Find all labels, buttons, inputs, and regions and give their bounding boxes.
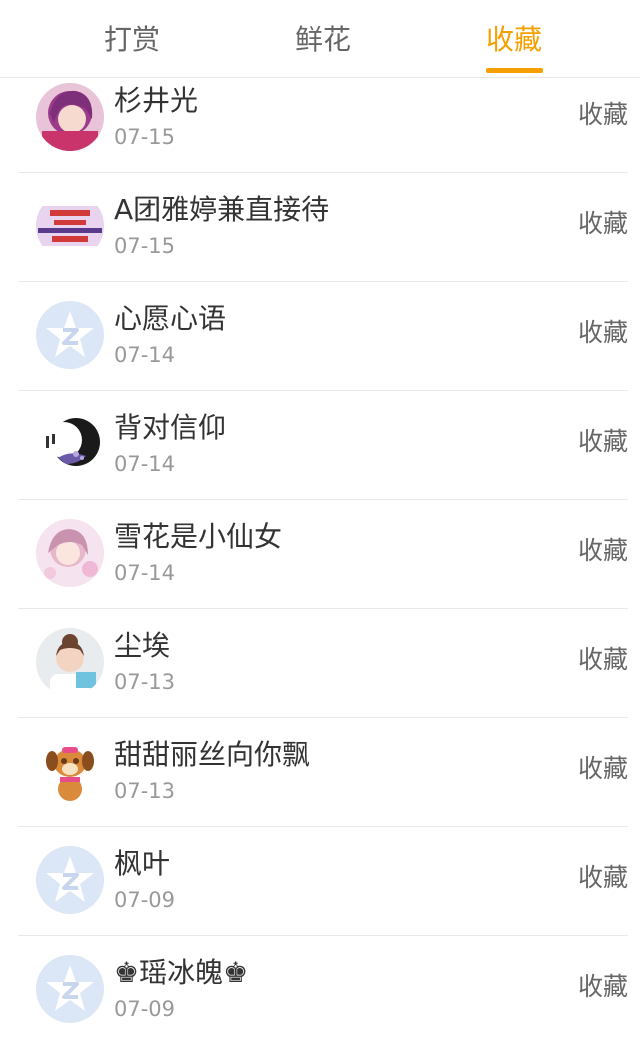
list-item-row: A团雅婷兼直接待 07-15 收藏 bbox=[18, 173, 628, 282]
avatar[interactable] bbox=[36, 410, 104, 478]
user-name: 雪花是小仙女 bbox=[114, 520, 283, 553]
tab-favorites[interactable]: 收藏 bbox=[444, 22, 584, 58]
tab-flowers[interactable]: 鲜花 bbox=[253, 22, 393, 58]
user-name: ♚瑶冰魄♚ bbox=[114, 956, 249, 989]
item-date: 07-15 bbox=[114, 125, 176, 149]
avatar[interactable] bbox=[36, 83, 104, 151]
list-item-row: 枫叶 07-09 收藏 bbox=[18, 827, 628, 936]
avatar[interactable] bbox=[36, 846, 104, 914]
tab-reward[interactable]: 打赏 bbox=[62, 22, 202, 58]
user-name: 背对信仰 bbox=[114, 411, 227, 444]
list-item-row: 背对信仰 07-14 收藏 bbox=[18, 391, 628, 500]
ink-moon-avatar-icon bbox=[36, 410, 104, 478]
anime-girl-avatar-icon bbox=[36, 83, 104, 151]
item-date: 07-15 bbox=[114, 234, 176, 258]
text-banner-avatar-icon bbox=[36, 192, 104, 260]
list-item-row: 雪花是小仙女 07-14 收藏 bbox=[18, 500, 628, 609]
favorite-action[interactable]: 收藏 bbox=[578, 535, 628, 567]
avatar[interactable] bbox=[36, 192, 104, 260]
item-date: 07-14 bbox=[114, 561, 176, 585]
default-q-avatar-icon bbox=[36, 301, 104, 369]
anime-girl-avatar-icon bbox=[36, 519, 104, 587]
user-name: 心愿心语 bbox=[114, 302, 227, 335]
list-item-row: ♚瑶冰魄♚ 07-09 收藏 bbox=[18, 936, 628, 1045]
user-name: A团雅婷兼直接待 bbox=[114, 193, 330, 226]
avatar[interactable] bbox=[36, 955, 104, 1023]
default-q-avatar-icon bbox=[36, 846, 104, 914]
list-item[interactable]: A团雅婷兼直接待 07-15 收藏 bbox=[0, 173, 640, 282]
favorite-action[interactable]: 收藏 bbox=[578, 426, 628, 458]
list-item[interactable]: 尘埃 07-13 收藏 bbox=[0, 609, 640, 718]
favorite-action[interactable]: 收藏 bbox=[578, 99, 628, 131]
list-item[interactable]: 背对信仰 07-14 收藏 bbox=[0, 391, 640, 500]
favorite-action[interactable]: 收藏 bbox=[578, 971, 628, 1003]
user-name: 甜甜丽丝向你飘 bbox=[114, 738, 311, 771]
item-date: 07-09 bbox=[114, 888, 176, 912]
favorite-action[interactable]: 收藏 bbox=[578, 317, 628, 349]
cartoon-dog-avatar-icon bbox=[36, 737, 104, 805]
list-item-row: 尘埃 07-13 收藏 bbox=[18, 609, 628, 718]
item-date: 07-09 bbox=[114, 997, 176, 1021]
girl-photo-avatar-icon bbox=[36, 628, 104, 696]
item-date: 07-14 bbox=[114, 343, 176, 367]
list-item[interactable]: 枫叶 07-09 收藏 bbox=[0, 827, 640, 936]
default-q-avatar-icon bbox=[36, 955, 104, 1023]
favorite-action[interactable]: 收藏 bbox=[578, 644, 628, 676]
item-date: 07-13 bbox=[114, 779, 176, 803]
avatar[interactable] bbox=[36, 519, 104, 587]
user-name: 杉井光 bbox=[114, 84, 199, 117]
avatar[interactable] bbox=[36, 628, 104, 696]
favorites-list: 杉井光 07-15 收藏 A团雅婷兼直接待 07-15 收藏 心愿心语 07-1… bbox=[0, 64, 640, 1045]
user-name: 尘埃 bbox=[114, 629, 171, 662]
item-date: 07-13 bbox=[114, 670, 176, 694]
favorite-action[interactable]: 收藏 bbox=[578, 208, 628, 240]
avatar[interactable] bbox=[36, 301, 104, 369]
list-item[interactable]: 雪花是小仙女 07-14 收藏 bbox=[0, 500, 640, 609]
list-item-row: 心愿心语 07-14 收藏 bbox=[18, 282, 628, 391]
list-item-row: 杉井光 07-15 收藏 bbox=[18, 64, 628, 173]
favorite-action[interactable]: 收藏 bbox=[578, 862, 628, 894]
list-item[interactable]: 心愿心语 07-14 收藏 bbox=[0, 282, 640, 391]
list-item[interactable]: 杉井光 07-15 收藏 bbox=[0, 64, 640, 173]
favorite-action[interactable]: 收藏 bbox=[578, 753, 628, 785]
list-item[interactable]: ♚瑶冰魄♚ 07-09 收藏 bbox=[0, 936, 640, 1045]
user-name: 枫叶 bbox=[114, 847, 171, 880]
item-date: 07-14 bbox=[114, 452, 176, 476]
list-item-row: 甜甜丽丝向你飘 07-13 收藏 bbox=[18, 718, 628, 827]
list-item[interactable]: 甜甜丽丝向你飘 07-13 收藏 bbox=[0, 718, 640, 827]
avatar[interactable] bbox=[36, 737, 104, 805]
